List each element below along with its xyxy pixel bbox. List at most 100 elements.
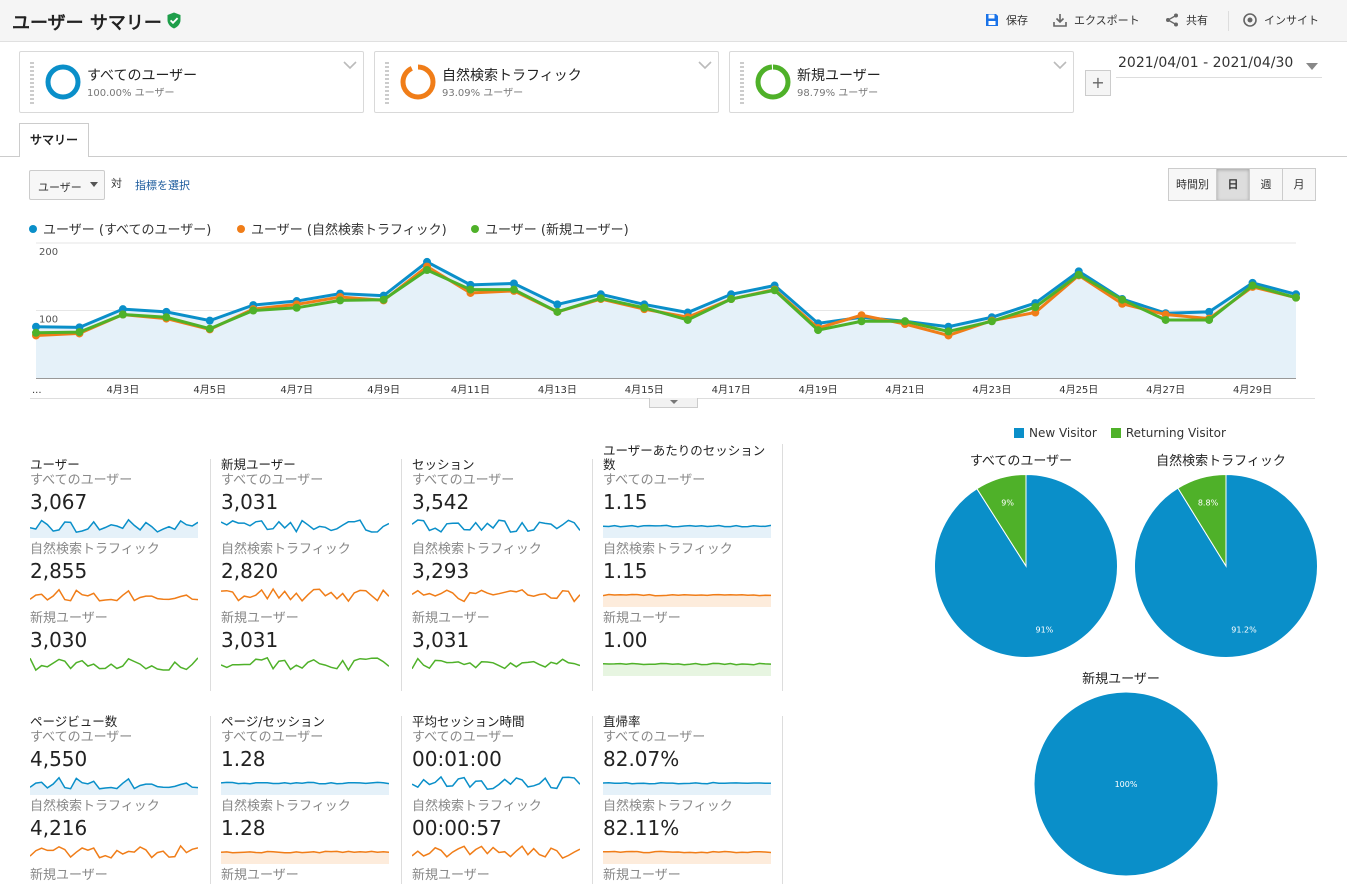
sparkline-area — [221, 851, 389, 864]
sparkline-path — [412, 845, 580, 860]
data-point[interactable] — [900, 317, 909, 326]
pie-chart-all-users[interactable]: 91% 9% — [934, 474, 1118, 658]
drag-handle-icon[interactable] — [740, 62, 744, 104]
download-icon — [1053, 14, 1067, 27]
data-point[interactable] — [857, 317, 866, 326]
users-line-chart[interactable]: 200 100... 4月3日 4月5日 4月7日 4月9日 4月11日 4月13日 4月15日… — [0, 240, 1330, 410]
pie-chart-new-users[interactable]: 100% — [1034, 692, 1218, 876]
data-point[interactable] — [205, 324, 214, 333]
data-point[interactable] — [814, 326, 823, 335]
sparkline-path — [603, 781, 771, 785]
metric-tile[interactable]: ユーザーあたりのセッション数 すべてのユーザー 1.15 自然検索トラフィック 1.15… — [603, 444, 793, 680]
period-day-button[interactable]: 日 — [1216, 168, 1250, 201]
metric-tile[interactable]: 直帰率 すべてのユーザー 82.07% 自然検索トラフィック 82.11% 新規ユーザー — [603, 715, 793, 884]
metric-tile[interactable]: ページビュー数 すべてのユーザー 4,550 自然検索トラフィック 4,216 新規ユーザ… — [30, 715, 220, 884]
tab-summary[interactable]: サマリー — [19, 123, 89, 157]
data-point[interactable] — [640, 303, 649, 312]
data-point[interactable] — [1161, 315, 1170, 324]
x-tick-label: 4月19日 — [799, 384, 838, 396]
sparkline-path — [412, 588, 580, 603]
data-point[interactable] — [118, 310, 127, 319]
data-point[interactable] — [336, 296, 345, 305]
chart-collapse-handle[interactable] — [649, 398, 698, 408]
save-button[interactable]: 保存 — [984, 12, 1028, 28]
share-icon — [1166, 13, 1178, 27]
data-point[interactable] — [1074, 270, 1083, 279]
drag-handle-icon[interactable] — [30, 62, 34, 104]
data-point[interactable] — [987, 317, 996, 326]
chevron-down-icon[interactable] — [1053, 60, 1067, 70]
data-point[interactable] — [205, 316, 214, 325]
caret-down-icon — [1306, 63, 1318, 70]
x-tick-label: 4月25日 — [1059, 384, 1098, 396]
data-point[interactable] — [509, 285, 518, 294]
legend-item-organic[interactable]: ユーザー (自然検索トラフィック) — [237, 219, 447, 238]
data-point[interactable] — [1118, 295, 1127, 304]
data-point[interactable] — [249, 306, 258, 315]
segment-card-new-users[interactable]: 新規ユーザー 98.79% ユーザー — [729, 51, 1074, 113]
metric-value: 4,550 — [30, 747, 88, 771]
date-range-text: 2021/04/01 - 2021/04/30 — [1118, 55, 1294, 71]
metric-tile[interactable]: 新規ユーザー すべてのユーザー 3,031 自然検索トラフィック 2,820 新規ユーザー… — [221, 458, 411, 680]
segment-card-organic[interactable]: 自然検索トラフィック 93.09% ユーザー — [374, 51, 719, 113]
data-point[interactable] — [683, 315, 692, 324]
sparkline-chart — [221, 587, 389, 603]
pie-legend-new-label: New Visitor — [1029, 426, 1097, 440]
tile-divider — [401, 716, 402, 884]
data-point[interactable] — [727, 295, 736, 304]
data-point[interactable] — [75, 328, 84, 337]
x-tick-label: 4月17日 — [712, 384, 751, 396]
pie-chart-organic[interactable]: 91.2% 8.8% — [1134, 474, 1318, 658]
data-point[interactable] — [553, 307, 562, 316]
data-point[interactable] — [944, 327, 953, 336]
segment-label: 新規ユーザー — [30, 868, 108, 883]
legend-item-new-users[interactable]: ユーザー (新規ユーザー) — [471, 219, 629, 238]
sparkline-chart — [603, 850, 771, 864]
export-button[interactable]: エクスポート — [1052, 12, 1140, 28]
data-point[interactable] — [466, 285, 475, 294]
metric-value: 3,542 — [412, 490, 470, 514]
x-tick-label: 4月3日 — [107, 384, 140, 396]
select-metric-link[interactable]: 指標を選択 — [135, 177, 190, 193]
legend-label: ユーザー (すべてのユーザー) — [43, 223, 212, 238]
metric-tile[interactable]: ユーザー すべてのユーザー 3,067 自然検索トラフィック 2,855 新規ユーザー 3,… — [30, 458, 220, 680]
metric-tile[interactable]: セッション すべてのユーザー 3,542 自然検索トラフィック 3,293 新規ユーザー 3… — [412, 458, 602, 680]
data-point[interactable] — [162, 313, 171, 322]
sparkline-chart — [412, 588, 580, 603]
share-button[interactable]: 共有 — [1164, 12, 1208, 28]
data-point[interactable] — [770, 286, 779, 295]
data-point[interactable] — [292, 303, 301, 312]
add-segment-button[interactable]: + — [1085, 70, 1111, 96]
data-point[interactable] — [553, 300, 562, 309]
data-point[interactable] — [596, 294, 605, 303]
sparkline-chart — [603, 662, 771, 676]
chevron-down-icon[interactable] — [698, 60, 712, 70]
segment-label: すべてのユーザー — [30, 473, 133, 488]
sparkline-path — [412, 519, 580, 533]
data-point[interactable] — [379, 295, 388, 304]
chevron-down-icon[interactable] — [343, 60, 357, 70]
period-week-button[interactable]: 週 — [1249, 168, 1283, 201]
segment-card-all-users[interactable]: すべてのユーザー 100.00% ユーザー — [19, 51, 364, 113]
date-range-picker[interactable]: 2021/04/01 - 2021/04/30 — [1116, 54, 1322, 78]
data-point[interactable] — [1248, 281, 1257, 290]
data-point[interactable] — [1205, 315, 1214, 324]
legend-item-all-users[interactable]: ユーザー (すべてのユーザー) — [29, 219, 211, 238]
period-hourly-button[interactable]: 時間別 — [1168, 168, 1217, 201]
data-point[interactable] — [1031, 303, 1040, 312]
metric-tile[interactable]: 平均セッション時間 すべてのユーザー 00:01:00 自然検索トラフィック 00:00… — [412, 715, 602, 884]
sparkline-chart — [412, 657, 580, 670]
period-month-button[interactable]: 月 — [1282, 168, 1316, 201]
segment-label: 自然検索トラフィック — [221, 799, 351, 814]
metric-tile[interactable]: ページ/セッション すべてのユーザー 1.28 自然検索トラフィック 1.28 新規ユーザ… — [221, 715, 411, 884]
data-point[interactable] — [32, 328, 40, 337]
segment-ring-icon — [45, 64, 81, 100]
sparkline-chart — [30, 588, 198, 602]
x-tick-label: 4月21日 — [885, 384, 924, 396]
metric-value: 2,855 — [30, 559, 88, 583]
metric-title: 平均セッション時間 — [412, 714, 525, 729]
data-point[interactable] — [423, 266, 432, 274]
drag-handle-icon[interactable] — [385, 62, 389, 104]
insights-button[interactable]: インサイト — [1242, 12, 1319, 28]
data-point[interactable] — [1292, 293, 1300, 302]
